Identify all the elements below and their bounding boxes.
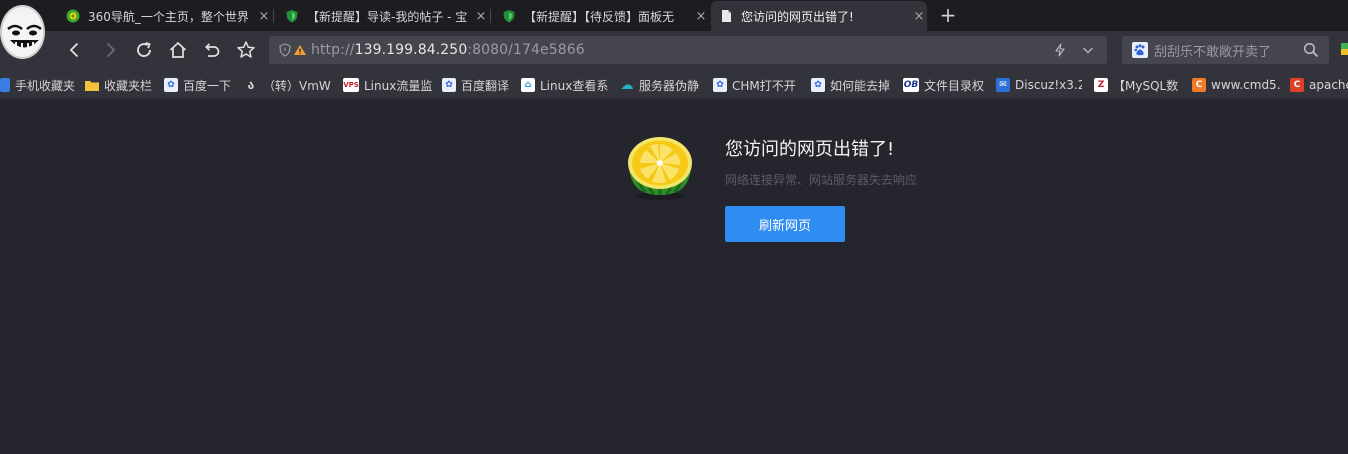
address-bar[interactable]: http://139.199.84.250:8080/174e5866 [269,36,1107,64]
bookmark-label: Linux流量监 [364,78,433,93]
shield-icon [502,9,516,23]
close-icon[interactable]: × [911,9,927,24]
search-placeholder: 刮刮乐不敢敞开卖了 [1154,44,1272,60]
tab-divider [273,9,274,23]
cloud-icon: ☁ [620,77,634,93]
warning-icon [294,45,306,55]
bookmark-item[interactable]: ა （转）VmW [244,76,332,94]
shield-icon [285,9,299,23]
bookmark-label: apache [1309,78,1348,92]
ob-icon: OB [903,78,919,92]
bookmark-label: Discuz!x3.2 [1015,78,1082,92]
bookmarks-bar: 手机收藏夹 收藏夹栏 ✿ 百度一下 ა （转）VmW VPS Linux流量监 … [0,70,1348,99]
search-icon[interactable] [1303,42,1319,58]
tab-title: 【新提醒】导读-我的帖子 - 宝 [307,9,468,24]
vps-icon: VPS [343,78,359,92]
bookmark-label: 服务器伪静 [639,78,700,93]
baidu-paw-icon: ✿ [164,78,178,92]
tab-360[interactable]: 360导航_一个主页，整个世界 × [60,1,272,31]
error-title: 您访问的网页出错了! [725,139,895,160]
tab-title: 360导航_一个主页，整个世界 [88,9,249,24]
chevron-down-icon[interactable] [1081,43,1095,57]
baidu-paw-icon: ✿ [442,78,456,92]
url-scheme: http:// [311,42,355,58]
c-orange-icon: C [1192,78,1206,92]
bookmark-item[interactable]: VPS Linux流量监 [343,76,436,94]
bookmark-item[interactable]: ☁ 服务器伪静 [620,76,704,94]
bookmark-label: Linux查看系 [540,78,609,93]
bookmark-label: 文件目录权 [924,78,985,93]
close-icon[interactable]: × [693,9,709,24]
back-button[interactable] [62,37,88,63]
tab-title: 您访问的网页出错了! [741,9,854,24]
tab-forum-posts[interactable]: 【新提醒】导读-我的帖子 - 宝 × [279,1,489,31]
url-host: 139.199.84.250 [354,42,468,58]
bookmark-item[interactable]: ✿ CHM打不开 [713,76,803,94]
360-logo-icon [66,9,80,23]
reload-icon [137,41,151,57]
z-icon: Z [1094,78,1108,92]
tab-error-page[interactable]: 您访问的网页出错了! × [711,1,927,31]
chevron-left-icon [69,42,79,58]
bookmark-label: （转）VmW [263,78,331,93]
tab-divider [490,9,491,23]
close-icon[interactable]: × [256,9,272,24]
bookmark-label: 【MySQL数 [1113,78,1179,93]
forward-button[interactable] [97,37,123,63]
bookmark-item[interactable]: C apache [1290,76,1348,94]
baidu-paw-icon: ✿ [811,78,825,92]
undo-close-tab-button[interactable] [199,37,225,63]
tab-strip: 360导航_一个主页，整个世界 × 【新提醒】导读-我的帖子 - 宝 × 【新提… [0,0,1348,59]
bookmark-item[interactable]: ✉ Discuz!x3.2 [996,76,1082,94]
bookmark-item[interactable]: ⌂ Linux查看系 [521,76,614,94]
bookmark-item[interactable]: 收藏夹栏 [85,76,157,94]
bookmark-item[interactable]: C www.cmd5. [1192,76,1280,94]
url-path: :8080/174e5866 [467,42,585,58]
phone-icon [0,78,10,92]
error-description: 网络连接异常、网站服务器失去响应 [725,173,918,187]
folder-icon [85,78,99,92]
tab-title: 【新提醒】【待反馈】面板无 [524,9,675,24]
lightning-icon[interactable] [1053,43,1067,57]
search-input[interactable]: 刮刮乐不敢敞开卖了 [1122,36,1329,64]
avatar[interactable] [0,5,45,59]
reload-button[interactable] [131,37,157,63]
tab-forum-feedback[interactable]: 【新提醒】【待反馈】面板无 × [496,1,709,31]
home-icon: ⌂ [521,78,535,92]
bookmark-item[interactable]: Z 【MySQL数 [1094,76,1180,94]
bookmark-label: 百度一下 [183,78,232,93]
baidu-paw-icon: ✿ [713,78,727,92]
refresh-page-button[interactable]: 刷新网页 [725,206,845,242]
security-shield-icon [279,43,291,57]
baidu-paw-icon[interactable] [1132,42,1148,58]
bookmark-item[interactable]: ✿ 如何能去掉 [811,76,895,94]
undo-icon [204,43,220,57]
navigation-toolbar: http://139.199.84.250:8080/174e5866 刮刮乐不… [0,31,1348,70]
bookmark-label: 百度翻译 [461,78,510,93]
bookmark-label: 如何能去掉 [830,78,891,93]
new-tab-button[interactable]: + [938,4,958,26]
chevron-right-icon [106,42,116,58]
url-text[interactable]: http://139.199.84.250:8080/174e5866 [311,42,585,58]
vm-icon: ა [247,78,255,92]
home-button[interactable] [165,37,191,63]
bookmark-label: CHM打不开 [732,78,796,93]
bookmark-item[interactable]: 手机收藏夹 [0,76,79,94]
home-icon [169,41,187,58]
bookmark-label: 手机收藏夹 [15,78,76,93]
bookmark-item[interactable]: OB 文件目录权 [903,76,987,94]
bookmark-star-button[interactable] [233,37,259,63]
watermelon-lemon-icon [624,132,696,204]
star-icon [237,41,255,58]
mail-icon: ✉ [996,78,1010,92]
page-icon [719,9,733,23]
close-icon[interactable]: × [473,9,489,24]
bookmark-label: 收藏夹栏 [104,78,153,93]
extension-icon[interactable] [1341,43,1348,55]
bookmark-item[interactable]: ✿ 百度翻译 [442,76,514,94]
c-red-icon: C [1290,78,1304,92]
bookmark-label: www.cmd5. [1211,78,1280,92]
bookmark-item[interactable]: ✿ 百度一下 [164,76,236,94]
